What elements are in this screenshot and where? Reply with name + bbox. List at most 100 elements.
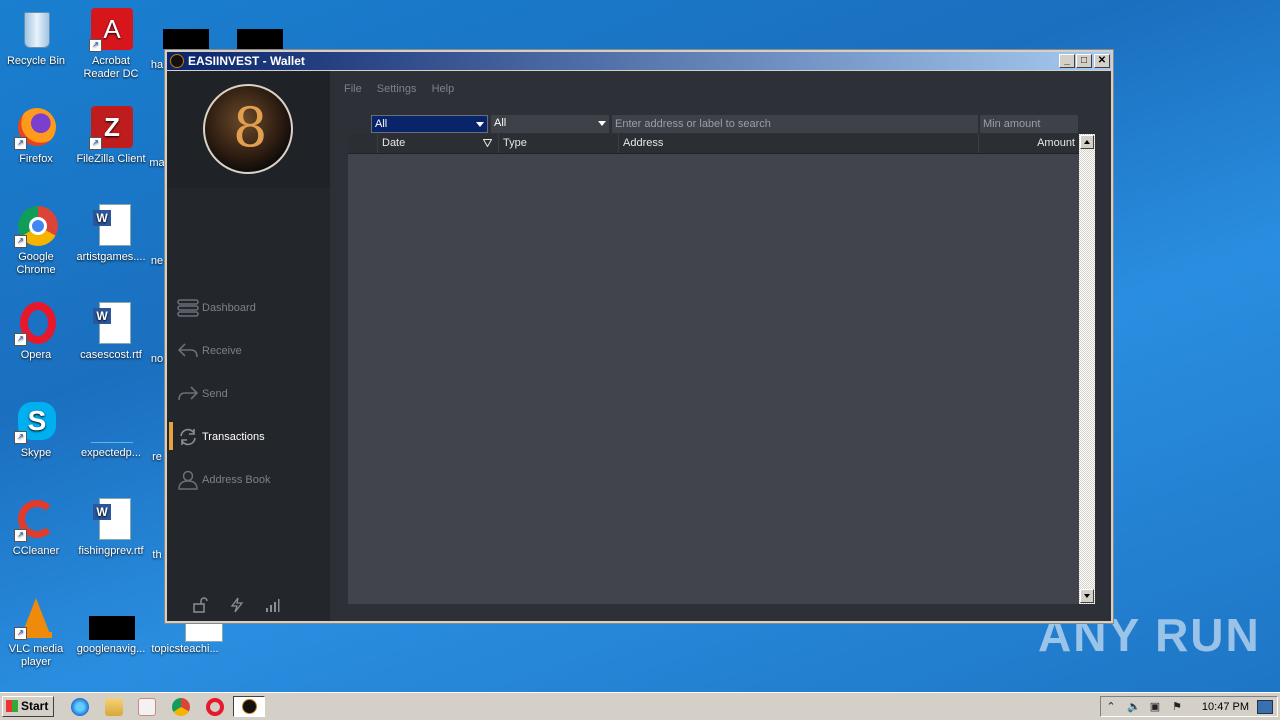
sidebar-item-label: Send [202, 388, 228, 400]
redacted-icon [237, 29, 283, 49]
wallet-window: EASIINVEST - Wallet _ □ ✕ 8 Dashboard Re… [164, 49, 1114, 624]
desktop-icon-artistgames[interactable]: W artistgames.... [76, 204, 146, 264]
table-header: Date Type Address Amount [348, 134, 1079, 154]
desktop-icon-expectedp[interactable]: expectedp... [76, 400, 146, 460]
system-tray: ⌃ 🔈 ▣ ⚑ 10:47 PM [1100, 696, 1278, 717]
column-header-date[interactable]: Date [378, 134, 499, 153]
address-search-input[interactable]: Enter address or label to search [611, 115, 978, 133]
blank-file-icon [89, 400, 133, 444]
opera-icon: ↗ [14, 302, 58, 346]
chrome-icon: ↗ [14, 204, 58, 248]
close-button[interactable]: ✕ [1094, 54, 1110, 68]
column-header-type[interactable]: Type [499, 134, 619, 153]
column-header-address[interactable]: Address [619, 134, 979, 153]
arrow-up-icon [1084, 140, 1090, 144]
desktop-icon-fishingprev[interactable]: W fishingprev.rtf [76, 498, 146, 558]
desktop-icon-opera[interactable]: ↗ Opera [1, 302, 71, 362]
start-button[interactable]: Start [2, 696, 54, 717]
flag-icon[interactable]: ⚑ [1171, 701, 1183, 713]
vertical-scrollbar[interactable] [1079, 134, 1095, 604]
send-arrow-icon [178, 386, 199, 401]
lock-icon[interactable] [192, 597, 208, 613]
arrow-down-icon [1084, 594, 1090, 598]
taskbar-item-wallet[interactable] [233, 696, 265, 717]
logo-area: 8 [167, 71, 330, 188]
file-explorer-icon[interactable] [105, 698, 123, 716]
desktop-icon-google-chrome[interactable]: ↗ Google Chrome [1, 204, 71, 277]
sidebar: 8 Dashboard Receive Send Transactions Ad… [167, 71, 330, 621]
stack-icon [177, 299, 199, 317]
desktop-icon-ccleaner[interactable]: ↗ CCleaner [1, 498, 71, 558]
desktop-icon-acrobat[interactable]: A ↗ Acrobat Reader DC [76, 8, 146, 81]
date-filter-select[interactable]: All [371, 115, 488, 133]
sidebar-item-label: Receive [202, 345, 242, 357]
speaker-icon[interactable]: 🔈 [1127, 701, 1141, 713]
column-header-amount[interactable]: Amount [979, 134, 1079, 153]
word-document-icon: W [89, 302, 133, 346]
chevron-up-icon[interactable]: ⌃ [1105, 701, 1117, 713]
minimize-button[interactable]: _ [1059, 54, 1075, 68]
desktop-icon-vlc[interactable]: ↗ VLC media player [1, 596, 71, 669]
desktop-icon-firefox[interactable]: ↗ Firefox [1, 106, 71, 166]
sidebar-item-transactions[interactable]: Transactions [167, 422, 330, 452]
internet-explorer-icon[interactable] [71, 698, 89, 716]
skype-icon: S ↗ [14, 400, 58, 444]
receive-arrow-icon [177, 343, 198, 358]
acrobat-icon: A ↗ [89, 8, 133, 52]
chevron-down-icon [598, 121, 606, 126]
filezilla-icon: Z ↗ [89, 106, 133, 150]
desktop-icon-casescost[interactable]: W casescost.rtf [76, 302, 146, 362]
app-logo-icon [170, 54, 184, 68]
scroll-down-button[interactable] [1080, 589, 1094, 603]
chevron-down-icon [476, 122, 484, 127]
desktop-icon-filezilla[interactable]: Z ↗ FileZilla Client [76, 106, 146, 166]
active-indicator [169, 422, 173, 450]
min-amount-input[interactable]: Min amount [979, 115, 1078, 133]
title-bar[interactable]: EASIINVEST - Wallet _ □ ✕ [167, 52, 1111, 70]
signal-icon[interactable] [264, 597, 280, 613]
show-desktop-icon[interactable] [1257, 700, 1273, 714]
sidebar-item-dashboard[interactable]: Dashboard [167, 293, 330, 323]
type-filter-select[interactable]: All [491, 115, 609, 133]
recycle-bin-icon [14, 8, 58, 52]
sidebar-item-send[interactable]: Send [167, 379, 330, 409]
vlc-cone-icon: ↗ [14, 596, 58, 640]
easiinvest-logo: 8 [203, 84, 293, 174]
menu-help[interactable]: Help [432, 83, 455, 95]
taskbar: Start ⌃ 🔈 ▣ ⚑ 10:47 PM [0, 692, 1280, 720]
clock[interactable]: 10:47 PM [1202, 701, 1249, 713]
word-document-icon: W [89, 498, 133, 542]
app-logo-icon [242, 699, 257, 714]
column-header-status[interactable] [348, 134, 378, 153]
desktop-icon-recycle-bin[interactable]: Recycle Bin [1, 8, 71, 68]
ccleaner-icon: ↗ [14, 498, 58, 542]
sidebar-item-receive[interactable]: Receive [167, 336, 330, 366]
wallet-client-area: 8 Dashboard Receive Send Transactions Ad… [167, 71, 1111, 621]
person-icon [178, 470, 198, 490]
desktop-icon-skype[interactable]: S ↗ Skype [1, 400, 71, 460]
lightning-icon[interactable] [229, 597, 245, 613]
opera-icon[interactable] [206, 698, 224, 716]
menu-file[interactable]: File [344, 83, 362, 95]
menu-settings[interactable]: Settings [377, 83, 417, 95]
refresh-icon [180, 428, 196, 446]
chrome-icon[interactable] [172, 698, 190, 716]
media-player-icon[interactable] [138, 698, 156, 716]
sidebar-item-address-book[interactable]: Address Book [167, 465, 330, 495]
window-title: EASIINVEST - Wallet [188, 54, 305, 68]
menu-bar: File Settings Help [344, 83, 466, 97]
transactions-table: Date Type Address Amount [348, 134, 1095, 604]
windows-logo-icon [6, 700, 18, 712]
sidebar-item-label: Address Book [202, 474, 271, 486]
infinity-eight-icon: 8 [233, 96, 268, 159]
redacted-icon [163, 29, 209, 49]
sidebar-item-label: Transactions [202, 431, 265, 443]
redacted-icon [89, 596, 135, 640]
desktop-icon-googlenavig[interactable]: googlenavig... [76, 596, 146, 656]
firefox-icon: ↗ [14, 106, 58, 150]
network-icon[interactable]: ▣ [1149, 701, 1161, 713]
maximize-button[interactable]: □ [1076, 54, 1092, 68]
word-document-icon: W [89, 204, 133, 248]
sidebar-item-label: Dashboard [202, 302, 256, 314]
scroll-up-button[interactable] [1080, 135, 1094, 149]
